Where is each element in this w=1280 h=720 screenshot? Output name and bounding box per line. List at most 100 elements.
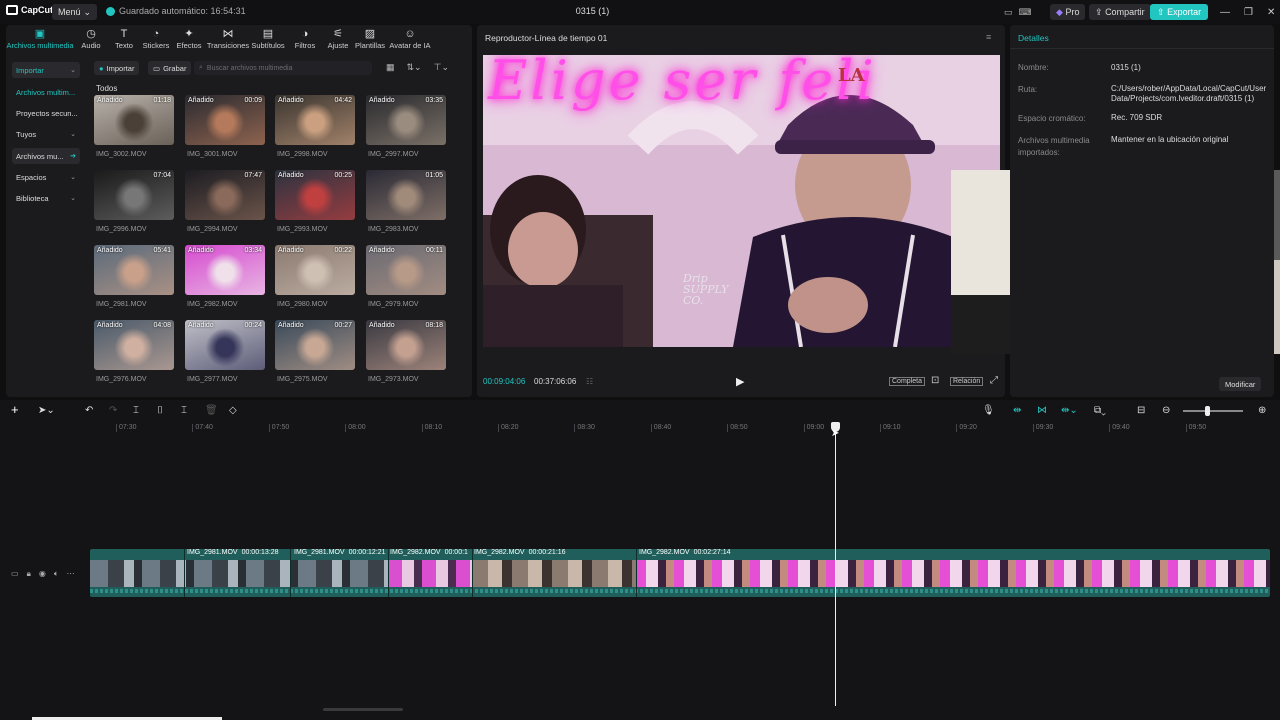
media-duration: 03:35 — [425, 97, 443, 104]
media-thumbnail[interactable]: 07:47 — [185, 170, 265, 220]
sort-icon[interactable]: ⇅⌄ — [407, 62, 422, 73]
media-thumbnail[interactable]: Añadido 03:35 — [366, 95, 446, 145]
sidebar-item-6[interactable]: Biblioteca ⌄ — [12, 190, 80, 206]
pro-button[interactable]: ◆ Pro — [1050, 4, 1086, 20]
grid-view-icon[interactable]: ▦ — [386, 62, 395, 73]
layout-icon[interactable]: ▭ — [1004, 7, 1013, 18]
tool-tab-effects[interactable]: ✦ Efectos — [172, 28, 206, 50]
crop-icon[interactable]: ⊡ — [931, 375, 939, 386]
media-thumbnail[interactable]: 01:05 — [366, 170, 446, 220]
minimize-icon[interactable]: — — [1220, 7, 1230, 18]
more-icon[interactable]: ⋯ — [67, 569, 75, 579]
split-right-icon[interactable]: ⌶ — [181, 405, 187, 416]
zoom-in-icon[interactable]: ⊕ — [1258, 405, 1266, 416]
link-clips-icon[interactable]: ⇹⌄ — [1061, 405, 1078, 416]
close-icon[interactable]: ✕ — [1267, 7, 1275, 18]
media-filename: IMG_3001.MOV — [187, 151, 238, 158]
sidebar-item-2[interactable]: Proyectos secun... — [12, 105, 80, 121]
zoom-slider[interactable] — [1183, 410, 1243, 412]
ruler-tick: 09:10 — [880, 424, 901, 432]
filter-icon[interactable]: ⊤⌄ — [434, 62, 449, 73]
ruler-tick: 08:10 — [421, 424, 442, 432]
tool-tab-media[interactable]: ▣ Archivos multimedia — [4, 28, 76, 50]
select-tool-icon[interactable]: ➤⌄ — [38, 405, 55, 416]
shortcut-icon[interactable]: ⌨ — [1019, 7, 1032, 18]
quality-complete-button[interactable]: Completa — [889, 377, 925, 386]
tool-tab-templates[interactable]: ▨ Plantillas — [351, 28, 389, 50]
volume-icon[interactable]: 🔈︎ — [54, 569, 59, 579]
fullscreen-icon[interactable]: ⤢ — [990, 375, 998, 386]
sidebar-item-3[interactable]: Tuyos ⌄ — [12, 126, 80, 142]
play-icon[interactable]: ▶ — [736, 375, 744, 388]
add-track-icon[interactable]: + — [11, 402, 19, 417]
clip-name: IMG_2982.MOV — [390, 549, 441, 556]
ruler-tick: 08:50 — [727, 424, 748, 432]
media-thumbnail[interactable]: Añadido 04:42 — [275, 95, 355, 145]
tool-tab-subtitles[interactable]: ▤ Subtítulos — [248, 28, 288, 50]
all-filter-label[interactable]: Todos — [96, 84, 117, 93]
media-thumbnail[interactable]: Añadido 00:11 — [366, 245, 446, 295]
cover-icon[interactable]: ▭ — [11, 569, 19, 579]
media-thumbnail[interactable]: Añadido 04:08 — [94, 320, 174, 370]
delete-icon[interactable]: 🗑 — [205, 405, 218, 416]
tool-tab-audio[interactable]: ◷ Audio — [76, 28, 106, 50]
tool-tab-filters[interactable]: ◑ Filtros — [289, 28, 321, 50]
split-left-icon[interactable]: ⌷ — [157, 405, 163, 416]
text-icon: T — [120, 28, 128, 40]
search-input[interactable]: ⌕ Buscar archivos multimedia — [194, 61, 372, 75]
media-thumbnail[interactable]: Añadido 00:27 — [275, 320, 355, 370]
media-thumbnail[interactable]: Añadido 00:22 — [275, 245, 355, 295]
playhead[interactable] — [835, 426, 836, 706]
zoom-slider-handle[interactable] — [1205, 406, 1210, 416]
sidebar-item-1[interactable]: Archivos multim... — [12, 84, 80, 100]
export-button[interactable]: ⇧ Exportar — [1150, 4, 1209, 20]
main-video-track[interactable] — [90, 549, 1270, 597]
sidebar-item-5[interactable]: Espacios ⌄ — [12, 169, 80, 185]
media-thumbnail[interactable]: Añadido 00:24 — [185, 320, 265, 370]
media-thumbnail[interactable]: Añadido 08:18 — [366, 320, 446, 370]
restore-icon[interactable]: ❐ — [1244, 7, 1253, 18]
lock-icon[interactable]: 🔒︎ — [27, 569, 31, 579]
media-thumbnail[interactable]: Añadido 03:34 — [185, 245, 265, 295]
details-divider — [1010, 48, 1274, 49]
timeline-scrollbar[interactable] — [323, 708, 403, 711]
tool-tab-transitions[interactable]: ⋈ Transiciones — [204, 28, 252, 50]
timecode-format-icon[interactable]: ☷ — [586, 377, 593, 386]
sidebar-item-0[interactable]: Importar ⌄ — [12, 62, 80, 78]
microphone-icon[interactable]: 🎙 — [982, 405, 995, 416]
video-preview[interactable]: Elige ser feli LA Drip SUPPLY CO. — [483, 55, 1000, 347]
eye-icon[interactable]: ◉ — [39, 569, 46, 579]
media-thumbnail[interactable]: Añadido 05:41 — [94, 245, 174, 295]
media-thumbnail[interactable]: Añadido 01:18 — [94, 95, 174, 145]
tool-tab-adjust[interactable]: ⚟ Ajuste — [322, 28, 354, 50]
tool-tab-sticker[interactable]: ◔ Stickers — [138, 28, 174, 50]
undo-icon[interactable]: ↶ — [85, 405, 93, 416]
media-thumbnail[interactable]: Añadido 00:25 — [275, 170, 355, 220]
modify-button[interactable]: Modificar — [1219, 377, 1262, 391]
ratio-button[interactable]: Relación — [950, 377, 984, 386]
media-filename: IMG_3002.MOV — [96, 151, 147, 158]
clip-divider — [388, 549, 389, 597]
zoom-out-icon[interactable]: ⊖ — [1162, 405, 1170, 416]
clip-duration: 00:00:21:16 — [528, 549, 566, 556]
player-title: Reproductor-Línea de tiempo 01 — [485, 33, 608, 43]
record-button[interactable]: ▭ Grabar — [148, 61, 192, 75]
added-badge: Añadido — [97, 97, 123, 104]
preview-axis-icon[interactable]: ⧉⌄ — [1094, 405, 1106, 416]
split-icon[interactable]: ⌶ — [133, 405, 139, 416]
redo-icon[interactable]: ↷ — [109, 405, 117, 416]
caption-icon[interactable]: ⊟ — [1137, 405, 1145, 416]
import-button[interactable]: ● Importar — [94, 61, 140, 75]
share-button[interactable]: ⇪ Compartir — [1089, 4, 1151, 20]
hamburger-icon[interactable]: ≡ — [986, 32, 991, 42]
sidebar-item-4[interactable]: Archivos mu... ➔ — [12, 148, 80, 164]
magnet-icon[interactable]: ⋈ — [1037, 405, 1047, 416]
marker-icon[interactable]: ◇ — [229, 405, 237, 416]
tool-tab-ai-avatar[interactable]: ☺ Avatar de IA — [386, 28, 434, 50]
link-main-track-icon[interactable]: ⇹ — [1013, 405, 1021, 416]
details-panel — [1010, 25, 1274, 397]
media-thumbnail[interactable]: 07:04 — [94, 170, 174, 220]
tool-tab-text[interactable]: T Texto — [108, 28, 140, 50]
media-thumbnail[interactable]: Añadido 00:09 — [185, 95, 265, 145]
added-badge: Añadido — [97, 322, 123, 329]
